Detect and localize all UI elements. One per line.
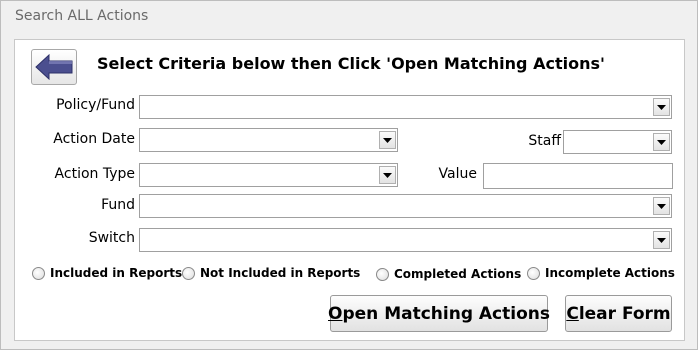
value-label: Value (438, 166, 477, 182)
radio-circle[interactable] (527, 266, 540, 280)
policy-fund-label: Policy/Fund (56, 97, 135, 113)
action-date-combo[interactable] (139, 128, 398, 152)
radio-label: Completed Actions (394, 267, 522, 281)
radio-label: Included in Reports (50, 266, 183, 280)
value-input[interactable] (483, 163, 673, 189)
button-label: lear Form (578, 303, 671, 324)
instruction-heading: Select Criteria below then Click 'Open M… (97, 54, 605, 73)
radio-not-included-in-reports[interactable]: Not Included in Reports (182, 266, 360, 280)
action-type-combo[interactable] (139, 163, 398, 187)
radio-label: Not Included in Reports (200, 266, 361, 280)
clear-form-button[interactable]: Clear Form (565, 295, 672, 332)
policy-fund-combo[interactable] (139, 95, 672, 119)
open-matching-actions-button[interactable]: Open Matching Actions (328, 295, 550, 332)
staff-label: Staff (528, 133, 561, 149)
button-accelerator: O (328, 303, 343, 324)
radio-label: Incomplete Actions (545, 266, 675, 280)
action-type-label: Action Type (54, 166, 135, 182)
radio-incomplete-actions[interactable]: Incomplete Actions (527, 266, 675, 280)
fund-combo[interactable] (139, 194, 672, 218)
chevron-down-icon[interactable] (653, 98, 670, 116)
switch-combo[interactable] (139, 228, 672, 252)
chevron-down-icon[interactable] (379, 166, 396, 184)
back-button[interactable] (31, 49, 77, 85)
radio-included-in-reports[interactable]: Included in Reports (32, 266, 182, 280)
chevron-down-icon[interactable] (379, 131, 396, 149)
button-accelerator: C (566, 303, 579, 324)
radio-circle[interactable] (182, 266, 195, 280)
search-all-actions-window: Search ALL Actions Select Criteria below… (0, 0, 698, 350)
switch-label: Switch (88, 230, 135, 246)
radio-circle[interactable] (32, 266, 45, 280)
back-arrow-icon (35, 54, 73, 80)
staff-combo[interactable] (563, 130, 672, 154)
action-date-label: Action Date (53, 131, 135, 147)
criteria-panel: Select Criteria below then Click 'Open M… (14, 39, 685, 341)
radio-completed-actions[interactable]: Completed Actions (376, 267, 521, 281)
radio-circle[interactable] (376, 267, 389, 281)
chevron-down-icon[interactable] (653, 197, 670, 215)
fund-label: Fund (101, 197, 135, 213)
chevron-down-icon[interactable] (653, 231, 670, 249)
chevron-down-icon[interactable] (653, 133, 670, 151)
window-title: Search ALL Actions (15, 8, 149, 24)
button-label: pen Matching Actions (342, 303, 550, 324)
